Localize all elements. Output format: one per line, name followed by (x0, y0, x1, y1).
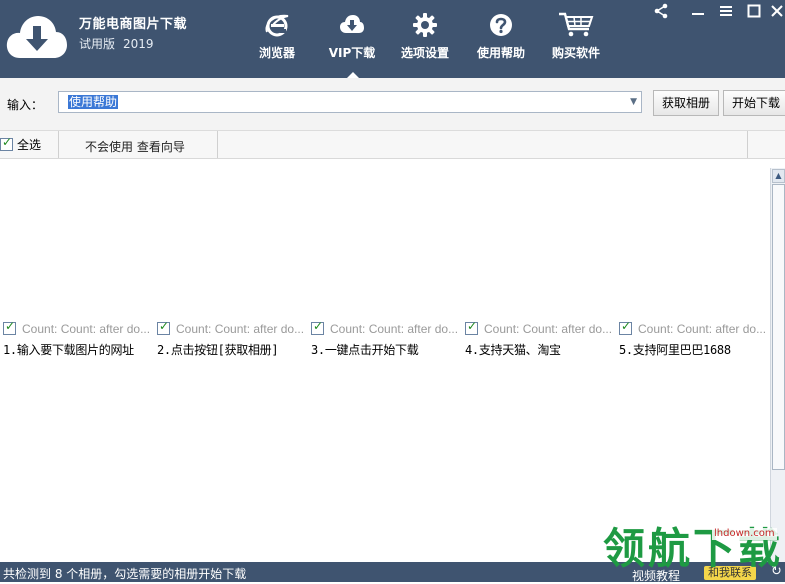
url-combobox[interactable]: 使用帮助 ▼ (58, 91, 642, 113)
nav-help[interactable]: 使用帮助 (466, 10, 536, 74)
guide-link[interactable]: 不会使用 查看向导 (85, 138, 185, 155)
video-tutorial-link[interactable]: 视频教程 (632, 567, 680, 584)
share-button[interactable] (651, 3, 671, 23)
maximize-icon (747, 4, 761, 18)
check-icon: ✓ (5, 321, 16, 333)
album-checkbox[interactable]: ✓ (465, 321, 478, 335)
app-edition: 试用版 2019 (79, 35, 154, 52)
cloud-download-logo-icon (6, 16, 67, 58)
edition-label: 试用版 (79, 37, 116, 51)
select-all-label: 全选 (17, 138, 42, 152)
album-title: 2.点击按钮[获取相册] (157, 343, 279, 357)
vertical-scrollbar[interactable]: ▲ (770, 168, 785, 562)
nav-browser-label: 浏览器 (258, 46, 295, 60)
album-item[interactable]: ✓ Count: Count: after do... 4.支持天猫、淘宝 (462, 320, 614, 360)
list-toolbar: ✓ 全选 不会使用 查看向导 (0, 131, 785, 159)
divider (58, 131, 59, 158)
album-count: Count: Count: after do... (330, 321, 459, 336)
check-icon: ✓ (621, 321, 632, 333)
nav-buy[interactable]: 购买软件 (541, 10, 611, 74)
nav-browser[interactable]: 浏览器 (242, 10, 312, 74)
maximize-button[interactable] (744, 3, 764, 23)
check-icon: ✓ (159, 321, 170, 333)
status-text: 共检测到 8 个相册，勾选需要的相册开始下载 (3, 567, 247, 581)
title-bar: 万能电商图片下载 试用版 2019 浏览器 VIP下载 选项设置 使用帮助 购买… (0, 0, 785, 78)
album-list: ✓ Count: Count: after do... 1.输入要下载图片的网址 … (0, 159, 770, 562)
scroll-up-arrow-icon[interactable]: ▲ (772, 169, 785, 183)
album-title: 5.支持阿里巴巴1688 (619, 343, 731, 357)
minimize-icon (692, 13, 704, 15)
check-icon: ✓ (2, 135, 13, 149)
select-all-checkbox[interactable]: ✓ 全选 (0, 135, 42, 153)
checkbox[interactable]: ✓ (0, 135, 13, 151)
edition-year: 2019 (123, 37, 154, 51)
share-icon (654, 3, 668, 19)
divider (217, 131, 218, 158)
url-input-row: 输入： 使用帮助 ▼ 获取相册 开始下载 (0, 78, 785, 131)
album-count: Count: Count: after do... (176, 321, 305, 336)
contact-button[interactable]: 和我联系 (704, 566, 756, 580)
ie-browser-icon (265, 14, 289, 37)
menu-icon (720, 6, 732, 16)
url-input-value[interactable]: 使用帮助 (68, 95, 119, 109)
scroll-thumb[interactable] (772, 184, 785, 470)
album-item[interactable]: ✓ Count: Count: after do... 5.支持阿里巴巴1688 (616, 320, 768, 360)
check-icon: ✓ (313, 321, 324, 333)
close-button[interactable] (767, 3, 785, 23)
status-bar: 共检测到 8 个相册，勾选需要的相册开始下载 视频教程 和我联系 ↻ (0, 562, 785, 584)
cloud-download-icon (340, 15, 364, 33)
settings-menu-button[interactable] (716, 3, 736, 23)
album-checkbox[interactable]: ✓ (157, 321, 170, 335)
refresh-icon[interactable]: ↻ (771, 564, 782, 579)
gear-icon (413, 13, 437, 37)
chevron-down-icon[interactable]: ▼ (630, 93, 637, 111)
start-download-button[interactable]: 开始下载 (723, 90, 785, 116)
album-count: Count: Count: after do... (638, 321, 767, 336)
app-title: 万能电商图片下载 (79, 17, 188, 32)
nav-options[interactable]: 选项设置 (390, 10, 460, 74)
minimize-button[interactable] (688, 3, 708, 23)
divider (747, 131, 748, 158)
close-icon (771, 5, 783, 17)
nav-options-label: 选项设置 (400, 46, 449, 60)
check-icon: ✓ (467, 321, 478, 333)
shopping-cart-icon (559, 12, 594, 37)
nav-vip-download-label: VIP下载 (328, 46, 376, 60)
album-title: 1.输入要下载图片的网址 (3, 343, 134, 357)
album-title: 3.一键点击开始下载 (311, 343, 419, 357)
album-checkbox[interactable]: ✓ (619, 321, 632, 335)
album-count: Count: Count: after do... (484, 321, 613, 336)
input-label: 输入： (7, 98, 44, 112)
nav-buy-label: 购买软件 (551, 46, 600, 60)
album-item[interactable]: ✓ Count: Count: after do... 1.输入要下载图片的网址 (0, 320, 152, 360)
nav-vip-download[interactable]: VIP下载 (317, 10, 387, 78)
album-checkbox[interactable]: ✓ (3, 321, 16, 335)
album-count: Count: Count: after do... (22, 321, 151, 336)
help-icon (490, 14, 512, 36)
album-item[interactable]: ✓ Count: Count: after do... 2.点击按钮[获取相册] (154, 320, 306, 360)
album-checkbox[interactable]: ✓ (311, 321, 324, 335)
nav-help-label: 使用帮助 (476, 46, 525, 60)
fetch-albums-button[interactable]: 获取相册 (653, 90, 719, 116)
album-item[interactable]: ✓ Count: Count: after do... 3.一键点击开始下载 (308, 320, 460, 360)
album-title: 4.支持天猫、淘宝 (465, 343, 561, 357)
